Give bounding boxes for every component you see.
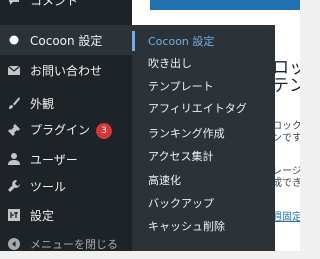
- sidebar-item-appearance[interactable]: 外観: [0, 88, 132, 118]
- submenu-item-template[interactable]: テンプレート: [135, 75, 275, 97]
- panel-link[interactable]: 週固定ペ: [272, 208, 300, 223]
- submenu-item-backup[interactable]: バックアップ: [135, 192, 275, 214]
- plugin-icon: [7, 123, 21, 137]
- content-header: [132, 0, 300, 25]
- sidebar-item-label: ユーザー: [30, 152, 78, 167]
- sidebar-item-plugins[interactable]: プラグイン 3: [0, 115, 132, 145]
- sidebar-item-label: プラグイン 3: [30, 121, 113, 139]
- mail-icon: [7, 63, 21, 77]
- comment-icon: [7, 0, 21, 7]
- panel-heading-line2: テン: [272, 76, 300, 96]
- panel-body-line: ンです。: [272, 133, 300, 144]
- cocoon-settings-flyout-menu: Cocoon 設定 吹き出し テンプレート アフィリエイトタグ ランキング作成 …: [132, 25, 275, 251]
- sidebar-item-label: Cocoon 設定: [30, 33, 103, 48]
- header-bar: [150, 0, 300, 10]
- sidebar-item-label: お問い合わせ: [30, 63, 103, 78]
- submenu-item-ranking[interactable]: ランキング作成: [135, 122, 275, 144]
- collapse-icon: [7, 237, 21, 251]
- paintbrush-icon: [7, 96, 21, 110]
- sidebar-item-label: メニューを閉じる: [30, 238, 118, 251]
- submenu-item-speech-balloon[interactable]: 吹き出し: [135, 52, 275, 74]
- update-count-badge: 3: [96, 122, 113, 139]
- sidebar-item-label: 外観: [30, 96, 55, 111]
- sidebar-item-contact[interactable]: お問い合わせ: [0, 55, 132, 85]
- submenu-item-clear-cache[interactable]: キャッシュ削除: [135, 215, 275, 237]
- wrench-icon: [7, 179, 21, 193]
- circle-icon: [7, 33, 21, 47]
- sidebar-item-label: 設定: [30, 208, 55, 223]
- sidebar-item-label: ツール: [30, 179, 67, 194]
- admin-sidebar: コメント Cocoon 設定 お問い合わせ 外観 プラグイン 3 ユーザー ツー…: [0, 0, 132, 251]
- submenu-item-affiliate-tag[interactable]: アフィリエイトタグ: [135, 97, 275, 119]
- sidebar-item-cocoon-settings[interactable]: Cocoon 設定: [0, 25, 132, 55]
- submenu-item-access-stats[interactable]: アクセス集計: [135, 145, 275, 167]
- submenu-item-cocoon-settings[interactable]: Cocoon 設定: [135, 30, 275, 52]
- sidebar-item-tools[interactable]: ツール: [0, 171, 132, 201]
- sidebar-item-label: コメント: [30, 0, 79, 8]
- sidebar-item-comments[interactable]: コメント: [0, 0, 132, 15]
- content-panel: ロッ テン ロックバ ンです。 レージ 成できま 週固定ペ: [272, 25, 300, 251]
- settings-icon: [7, 208, 21, 222]
- sidebar-item-settings[interactable]: 設定: [0, 200, 132, 230]
- sidebar-item-users[interactable]: ユーザー: [0, 144, 132, 174]
- submenu-item-speed-up[interactable]: 高速化: [135, 169, 275, 191]
- user-icon: [7, 152, 21, 166]
- collapse-menu-button[interactable]: メニューを閉じる: [0, 229, 132, 259]
- panel-body-line: 成できま: [272, 178, 300, 189]
